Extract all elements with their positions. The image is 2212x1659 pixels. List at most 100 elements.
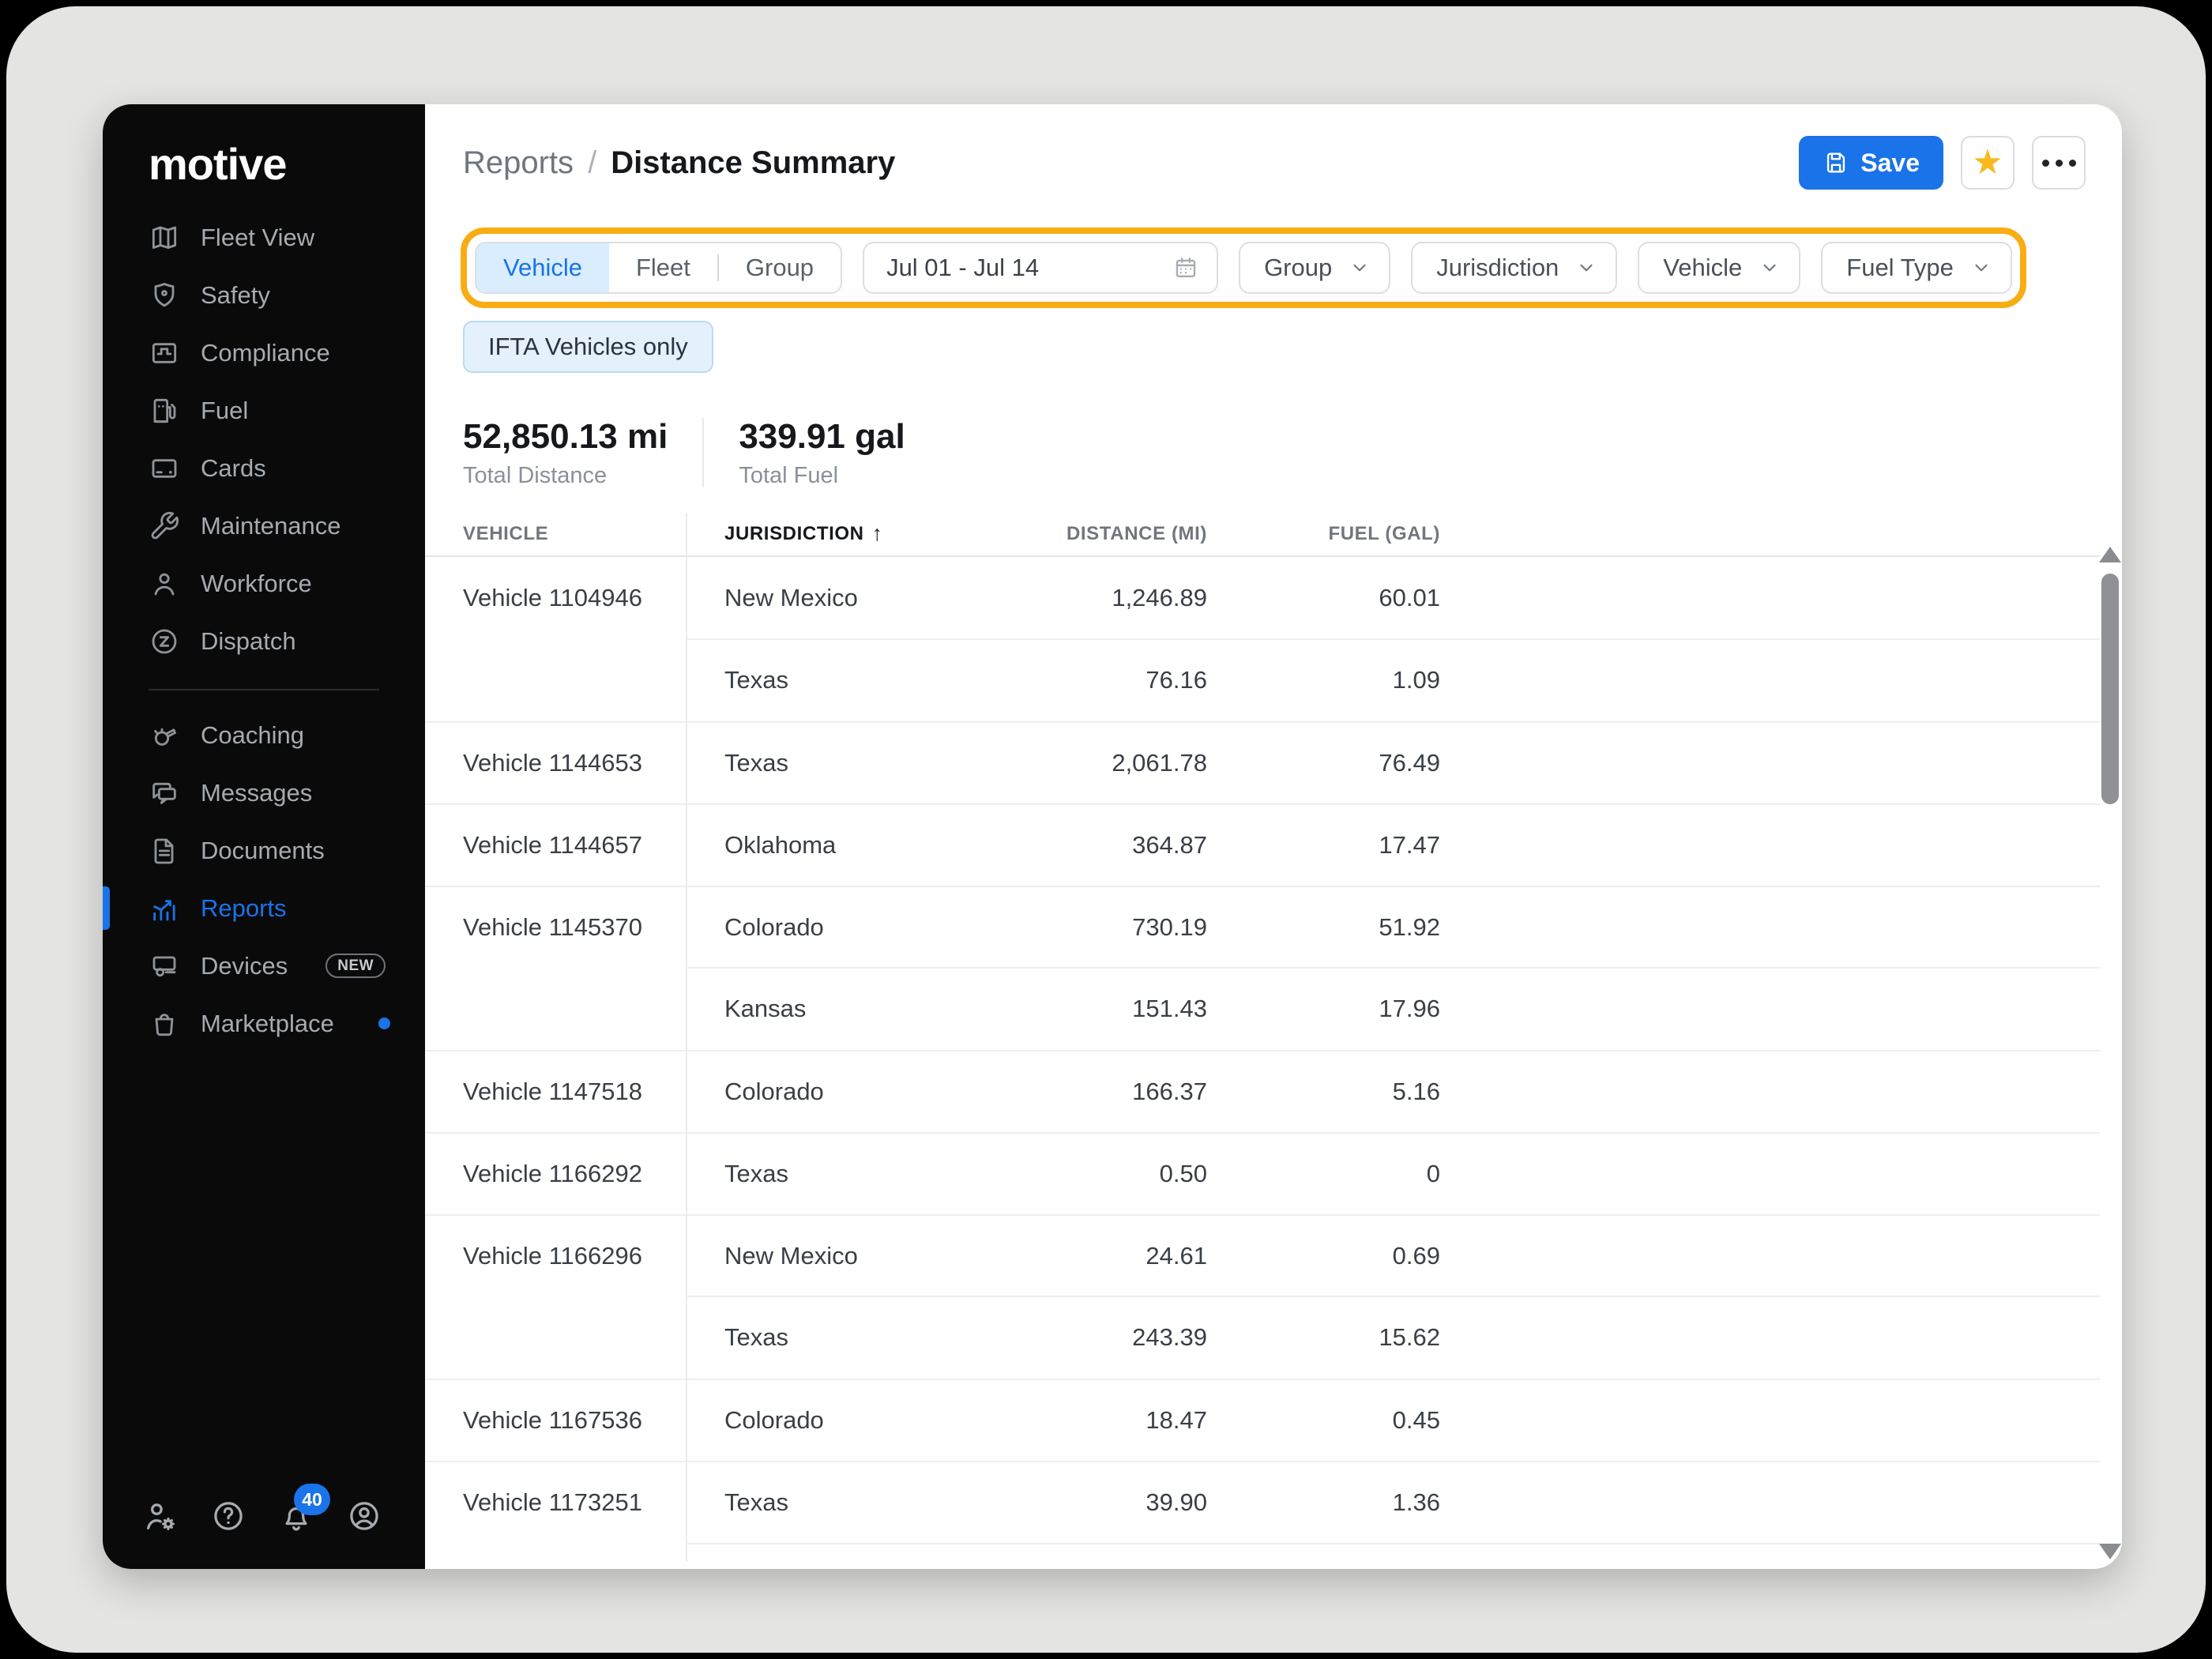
sidebar-item-marketplace[interactable]: Marketplace bbox=[103, 995, 425, 1052]
view-type-tabs: Vehicle Fleet Group bbox=[475, 242, 843, 294]
table-row: Vehicle 1144657 Oklahoma 364.87 17.47 bbox=[425, 803, 2100, 886]
sidebar-item-fuel[interactable]: Fuel bbox=[103, 382, 425, 439]
fuel-cell: 0.69 bbox=[1392, 1241, 1440, 1270]
fuel-cell: 76.49 bbox=[1379, 748, 1440, 777]
table-row: Vehicle 1104946 New Mexico 1,246.89 60.01 bbox=[425, 557, 2100, 639]
distance-cell: 76.16 bbox=[1146, 665, 1207, 694]
table-row: Kansas 151.43 17.96 bbox=[425, 966, 2100, 1050]
document-icon bbox=[149, 835, 180, 867]
table-row: Texas 76.16 1.09 bbox=[425, 638, 2100, 721]
column-header-fuel-gal[interactable]: FUEL (GAL) bbox=[1207, 523, 1440, 545]
sidebar-section-2: Coaching Messages Documents Reports Devices N… bbox=[103, 706, 425, 1052]
dropdown-label: Jurisdiction bbox=[1436, 254, 1559, 281]
favorite-button[interactable]: ★ bbox=[1961, 136, 2014, 190]
scroll-up-arrow-icon[interactable] bbox=[2099, 547, 2121, 562]
column-header-jurisdiction[interactable]: JURISDICTION ↑ bbox=[686, 521, 946, 546]
sidebar-item-label: Cards bbox=[201, 453, 266, 482]
ellipsis-icon bbox=[2041, 159, 2076, 167]
vehicle-filter-dropdown[interactable]: Vehicle bbox=[1638, 242, 1801, 294]
save-icon bbox=[1823, 149, 1849, 176]
jurisdiction-cell: Texas bbox=[724, 748, 788, 777]
jurisdiction-cell: Texas bbox=[724, 1159, 788, 1187]
sidebar-item-fleet-view[interactable]: Fleet View bbox=[103, 209, 425, 266]
column-header-vehicle[interactable]: VEHICLE bbox=[425, 523, 686, 545]
fuel-cell: 1.09 bbox=[1392, 665, 1440, 694]
page-header: Reports / Distance Summary Save ★ bbox=[425, 104, 2122, 190]
sidebar-item-messages[interactable]: Messages bbox=[103, 764, 425, 822]
fuel-type-filter-dropdown[interactable]: Fuel Type bbox=[1821, 242, 2012, 294]
desktop-background: motive Fleet View Safety Compliance Fuel Car… bbox=[6, 6, 2206, 1653]
jurisdiction-cell: Texas bbox=[724, 1488, 788, 1516]
sidebar-item-reports[interactable]: Reports bbox=[103, 879, 425, 937]
sort-ascending-arrow-icon: ↑ bbox=[871, 521, 883, 546]
sidebar-item-devices[interactable]: Devices NEW bbox=[103, 937, 425, 995]
main-content: Reports / Distance Summary Save ★ Vehicl… bbox=[425, 104, 2122, 1569]
column-header-distance-mi[interactable]: DISTANCE (MI) bbox=[946, 523, 1207, 545]
reports-icon bbox=[149, 893, 180, 924]
marketplace-icon bbox=[149, 1008, 180, 1040]
distance-cell: 1,246.89 bbox=[1112, 583, 1207, 611]
sidebar-item-cards[interactable]: Cards bbox=[103, 439, 425, 497]
scroll-down-arrow-icon[interactable] bbox=[2099, 1544, 2121, 1559]
distance-cell: 2,061.78 bbox=[1112, 748, 1207, 777]
fuel-cell: 15.62 bbox=[1379, 1322, 1440, 1351]
chevron-down-icon bbox=[1758, 256, 1781, 280]
filter-bar-highlight: Vehicle Fleet Group Jul 01 - Jul 14 Group J… bbox=[461, 228, 2026, 308]
group-filter-dropdown[interactable]: Group bbox=[1239, 242, 1391, 294]
sidebar-item-label: Maintenance bbox=[201, 511, 341, 540]
fuel-cell: 5.16 bbox=[1392, 1077, 1440, 1105]
sidebar: motive Fleet View Safety Compliance Fuel Car… bbox=[103, 104, 425, 1569]
ifta-vehicles-only-toggle[interactable]: IFTA Vehicles only bbox=[463, 321, 713, 373]
distance-cell: 364.87 bbox=[1132, 830, 1207, 859]
notification-count-badge: 40 bbox=[294, 1484, 330, 1515]
jurisdiction-cell: Oklahoma bbox=[724, 830, 837, 859]
total-distance-value: 52,850.13 mi bbox=[463, 417, 668, 456]
profile-button[interactable] bbox=[346, 1498, 382, 1534]
breadcrumb-separator: / bbox=[588, 145, 597, 180]
column-header-label: DISTANCE (MI) bbox=[1066, 522, 1207, 544]
fuel-cell: 1.36 bbox=[1392, 1488, 1440, 1516]
save-button[interactable]: Save bbox=[1799, 136, 1943, 190]
vehicle-cell: Vehicle 1166296 bbox=[463, 1241, 642, 1270]
scrollbar-thumb[interactable] bbox=[2101, 574, 2119, 804]
sidebar-item-maintenance[interactable]: Maintenance bbox=[103, 497, 425, 555]
sidebar-item-coaching[interactable]: Coaching bbox=[103, 706, 425, 764]
dropdown-label: Fuel Type bbox=[1846, 254, 1954, 281]
jurisdiction-filter-dropdown[interactable]: Jurisdiction bbox=[1411, 242, 1618, 294]
vehicle-cell: Vehicle 1166292 bbox=[463, 1159, 642, 1187]
tab-vehicle[interactable]: Vehicle bbox=[476, 243, 609, 292]
sidebar-item-documents[interactable]: Documents bbox=[103, 822, 425, 879]
app-window: motive Fleet View Safety Compliance Fuel Car… bbox=[103, 104, 2122, 1569]
messages-icon bbox=[149, 777, 180, 809]
sidebar-nav: Fleet View Safety Compliance Fuel Cards Maint… bbox=[103, 190, 425, 1052]
notifications-button[interactable]: 40 bbox=[278, 1484, 330, 1534]
table-row: Vehicle 1145370 Colorado 730.19 51.92 bbox=[425, 885, 2100, 968]
sidebar-item-label: Documents bbox=[201, 836, 325, 864]
tab-group[interactable]: Group bbox=[719, 243, 841, 292]
motive-logo: motive bbox=[149, 139, 288, 189]
credit-card-icon bbox=[149, 453, 180, 484]
sidebar-item-compliance[interactable]: Compliance bbox=[103, 324, 425, 382]
summary-totals: 52,850.13 mi Total Distance 339.91 gal T… bbox=[463, 417, 2122, 489]
breadcrumb-reports-link[interactable]: Reports bbox=[463, 145, 574, 181]
sidebar-item-workforce[interactable]: Workforce bbox=[103, 555, 425, 612]
fuel-cell: 17.96 bbox=[1379, 994, 1440, 1022]
table-row: Vehicle 1144653 Texas 2,061.78 76.49 bbox=[425, 720, 2100, 803]
jurisdiction-cell: New Mexico bbox=[724, 583, 858, 611]
user-settings-icon bbox=[142, 1498, 179, 1534]
breadcrumb: Reports / Distance Summary bbox=[463, 145, 895, 181]
sidebar-item-safety[interactable]: Safety bbox=[103, 266, 425, 324]
date-range-picker[interactable]: Jul 01 - Jul 14 bbox=[863, 242, 1219, 294]
more-options-button[interactable] bbox=[2032, 136, 2086, 190]
jurisdiction-cell: Kansas bbox=[724, 994, 807, 1022]
new-badge: NEW bbox=[325, 954, 386, 978]
sidebar-item-dispatch[interactable]: Dispatch bbox=[103, 612, 425, 670]
help-button[interactable] bbox=[210, 1498, 246, 1534]
sidebar-item-label: Fleet View bbox=[201, 223, 315, 251]
devices-icon bbox=[149, 950, 180, 982]
user-settings-button[interactable] bbox=[142, 1498, 179, 1534]
fuel-pump-icon bbox=[149, 395, 180, 427]
total-fuel-value: 339.91 gal bbox=[739, 417, 905, 456]
tab-fleet[interactable]: Fleet bbox=[609, 243, 717, 292]
vehicle-cell: Vehicle 1147518 bbox=[463, 1077, 642, 1105]
